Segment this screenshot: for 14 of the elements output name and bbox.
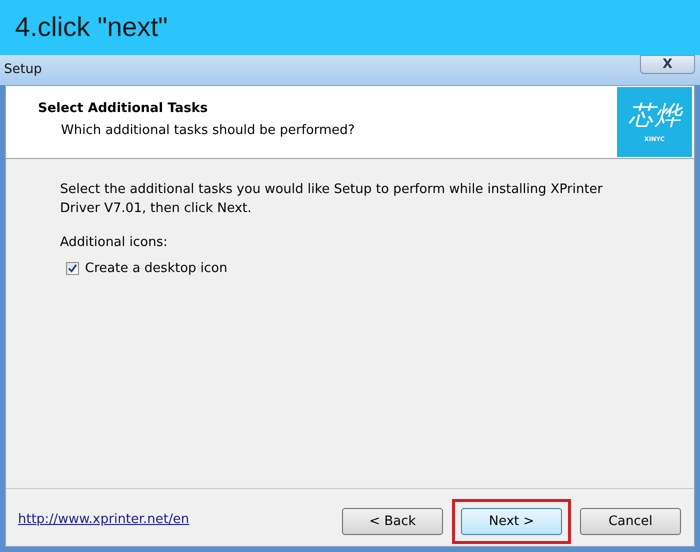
group-label: Additional icons:	[60, 234, 168, 252]
checkbox-label: Create a desktop icon	[85, 260, 228, 278]
dialog-button[interactable]: Cancel	[580, 508, 681, 535]
dialog-button[interactable]: < Back	[342, 508, 443, 535]
close-button[interactable]: X	[640, 55, 695, 74]
page-subtitle: Which additional tasks should be performed?	[60, 122, 355, 140]
website-link[interactable]: http://www.xprinter.net/en	[18, 510, 190, 530]
logo-mark: 芯烨	[628, 100, 680, 130]
window-title: Setup	[4, 61, 42, 79]
dialog-button[interactable]: Next >	[461, 508, 562, 535]
step-caption: 4.click "next"	[15, 11, 168, 44]
page-heading: Select Additional Tasks	[38, 100, 209, 118]
instructions: Select the additional tasks you would like Setup to perform while installing XPrinter Driver V7.01, then click Next.	[60, 181, 604, 218]
checkbox[interactable]	[66, 262, 79, 275]
